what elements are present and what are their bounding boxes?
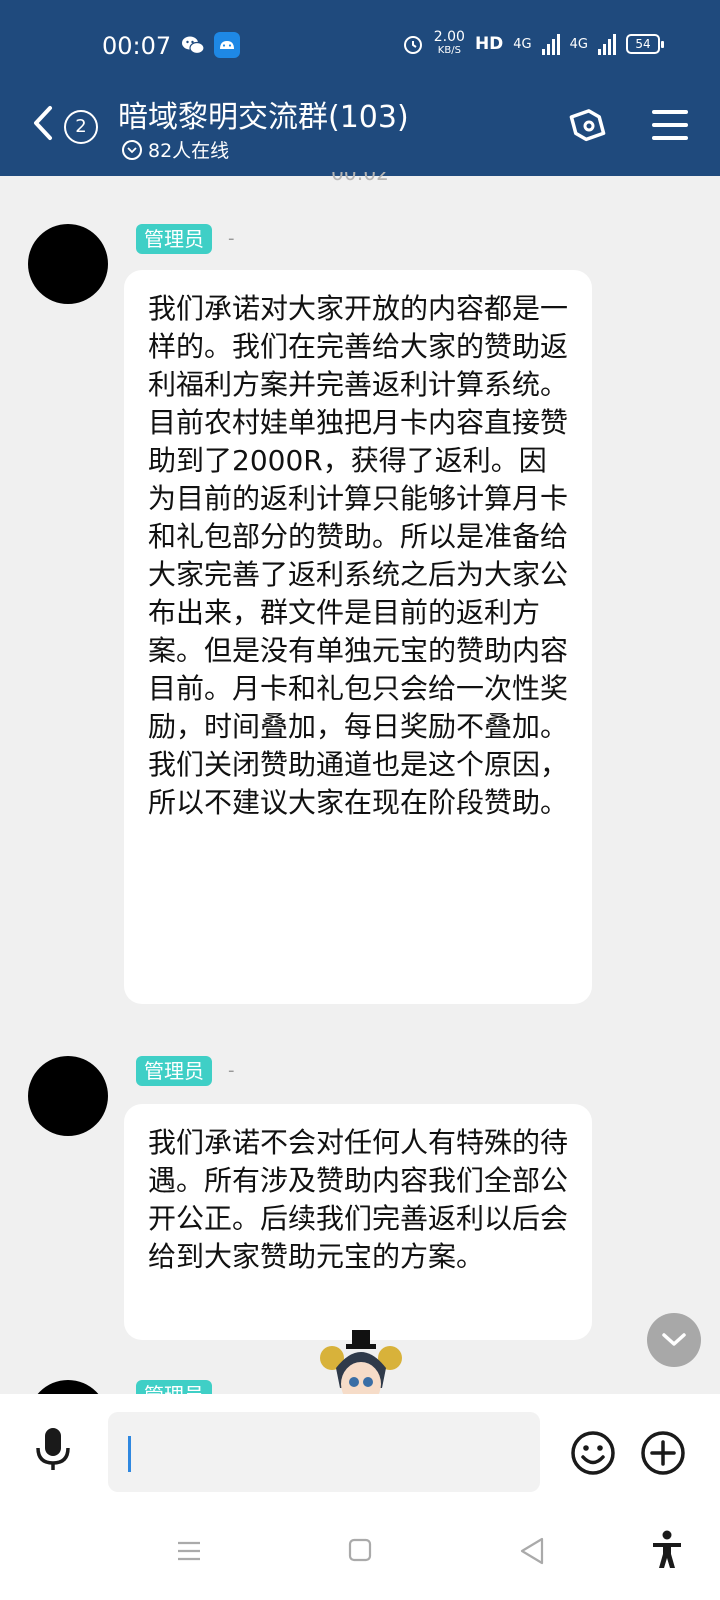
avatar[interactable]: [28, 224, 108, 304]
role-badge: 管理员: [136, 224, 212, 254]
scroll-to-bottom-button[interactable]: [647, 1313, 701, 1367]
peek-timestamp: 00:02: [331, 172, 389, 184]
plus-icon[interactable]: [640, 1430, 686, 1476]
system-nav-bar: [0, 1498, 720, 1600]
battery-icon: 54: [626, 34, 664, 54]
battery-level: 54: [626, 34, 660, 54]
alarm-icon: [403, 36, 422, 54]
unread-count-badge[interactable]: 2: [64, 110, 98, 144]
network-type-1: 4G: [513, 36, 532, 52]
android-app-icon: [214, 32, 240, 58]
name-separator: -: [228, 1060, 235, 1081]
chevron-left-icon[interactable]: [30, 105, 56, 141]
status-indicators: 2.00 KB/S HD 4G 4G 54: [402, 30, 664, 58]
group-title[interactable]: 暗域黎明交流群(103): [118, 92, 409, 136]
message-input[interactable]: [108, 1412, 540, 1492]
online-status[interactable]: 82人在线: [122, 136, 229, 163]
message-bubble[interactable]: 我们承诺不会对任何人有特殊的待遇。所有涉及赞助内容我们全部公开公正。后续我们完善…: [124, 1104, 592, 1340]
text-caret: [128, 1436, 131, 1472]
recent-apps-icon[interactable]: [176, 1540, 202, 1562]
role-badge: 管理员: [136, 1056, 212, 1086]
status-app-icons: [180, 32, 240, 58]
chevron-down-circle-icon: [122, 139, 142, 160]
signal-icon-1: [541, 33, 560, 55]
avatar[interactable]: [28, 1056, 108, 1136]
speed-value: 2.00: [433, 29, 465, 45]
name-separator: -: [228, 228, 235, 249]
signal-icon-2: [598, 33, 616, 55]
network-type-2: 4G: [569, 36, 588, 52]
input-bar: [0, 1394, 720, 1498]
home-icon[interactable]: [348, 1538, 372, 1562]
online-count: 82人在线: [148, 140, 230, 162]
status-time: 00:07: [102, 32, 172, 60]
network-speed: 2.00 KB/S: [434, 30, 465, 58]
chevron-down-icon: [662, 1333, 686, 1346]
hd-label: HD: [474, 34, 504, 54]
top-bar: 00:07 2.00 KB/S HD 4G 4G 54 2 暗域黎明交流群(10…: [0, 0, 720, 176]
menu-icon[interactable]: [652, 110, 688, 140]
back-triangle-icon[interactable]: [518, 1536, 546, 1566]
mic-icon[interactable]: [34, 1426, 72, 1472]
wechat-icon: [180, 32, 206, 58]
message-bubble[interactable]: 我们承诺对大家开放的内容都是一样的。我们在完善给大家的赞助返利福利方案并完善返利…: [124, 270, 592, 1004]
tag-icon[interactable]: [565, 104, 609, 148]
accessibility-icon[interactable]: [650, 1530, 684, 1570]
speed-unit: KB/S: [437, 45, 461, 56]
smiley-icon[interactable]: [570, 1430, 616, 1476]
